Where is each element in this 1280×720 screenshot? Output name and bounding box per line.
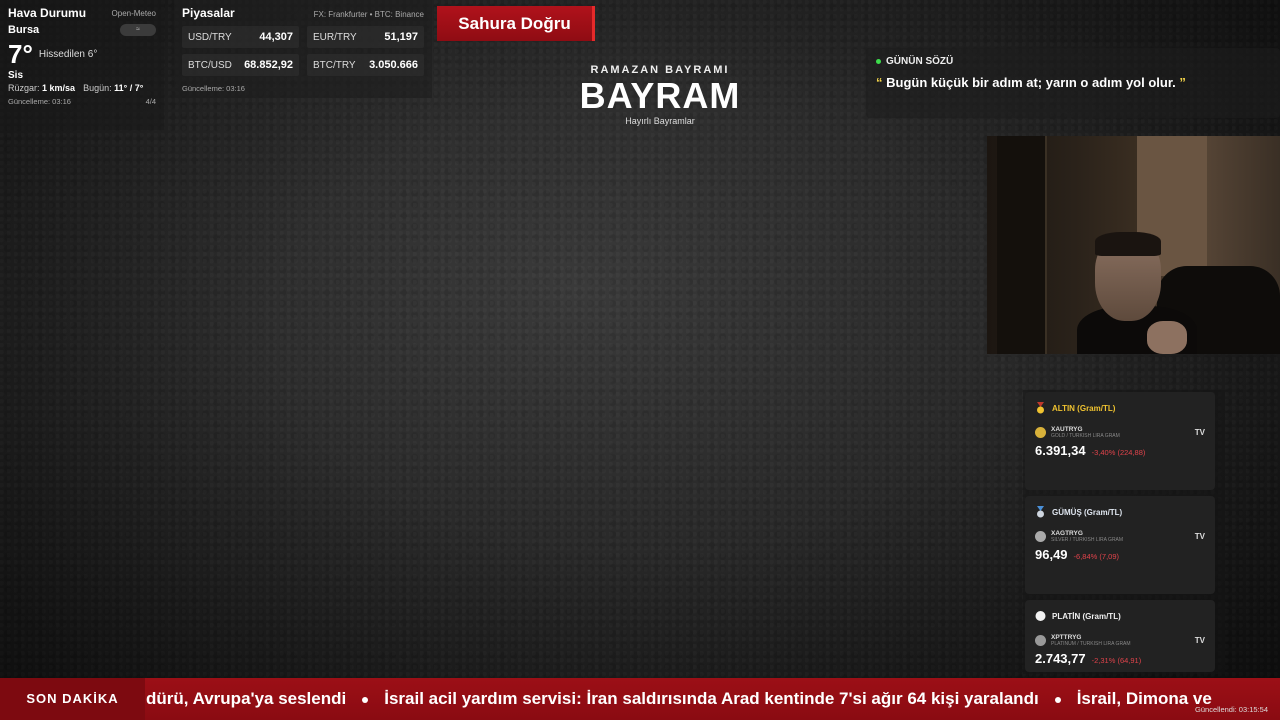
metal-card-silver: GÜMÜŞ (Gram/TL) XAGTRYG SILVER / TURKISH… (1025, 496, 1215, 594)
weather-title: Hava Durumu (8, 6, 87, 20)
ticker-item: İsrail acil yardım servisi: İran saldırı… (384, 689, 1039, 708)
metal-symbol: XPTTRYG (1051, 634, 1082, 641)
weather-page-indicator: 4/4 (145, 97, 156, 106)
market-usd-try: USD/TRY 44,307 (182, 26, 299, 48)
ticker-item: İsrail, Dimona ve (1076, 689, 1212, 708)
weather-city: Bursa (8, 24, 40, 36)
metal-change: -3,40% (224,88) (1091, 448, 1146, 457)
close-quote-icon: ” (1179, 75, 1186, 90)
holiday-tagline: Hayırlı Bayramlar (625, 116, 695, 126)
quote-of-the-day: GÜNÜN SÖZÜ “ Bugün küçük bir adım at; ya… (866, 48, 1280, 118)
weather-updated: Güncelleme: 03:16 (8, 97, 71, 106)
breaking-news-label: SON DAKİKA (0, 678, 145, 720)
metal-price: 96,49 (1035, 547, 1068, 562)
markets-panel: Piyasalar FX: Frankfurter • BTC: Binance… (174, 0, 432, 98)
tradingview-logo-icon[interactable]: TV (1195, 532, 1205, 541)
weather-source: Open-Meteo (111, 8, 156, 18)
metal-card-platinum: PLATİN (Gram/TL) XPTTRYG PLATINUM / TURK… (1025, 600, 1215, 672)
webcam-person-hair (1095, 232, 1161, 256)
metal-title: GÜMÜŞ (Gram/TL) (1052, 507, 1123, 517)
breaking-news-ticker: SON DAKİKA dürü, Avrupa'ya seslendi İsrai… (0, 678, 1280, 720)
metal-change: -2,31% (64,91) (1091, 656, 1142, 665)
markets-source: FX: Frankfurter • BTC: Binance (313, 10, 424, 19)
ticker-item: dürü, Avrupa'ya seslendi (146, 689, 347, 708)
market-eur-try: EUR/TRY 51,197 (307, 26, 424, 48)
metal-price: 2.743,77 (1035, 651, 1086, 666)
tradingview-logo-icon[interactable]: TV (1195, 428, 1205, 437)
holiday-title: BAYRAM (579, 75, 741, 116)
platinum-coin-icon (1035, 635, 1046, 646)
markets-updated: Güncelleme: 03:16 (182, 84, 245, 93)
live-dot-icon (876, 59, 881, 64)
metals-widget: ALTIN (Gram/TL) XAUTRYG GOLD / TURKISH L… (1023, 390, 1225, 674)
quote-heading: GÜNÜN SÖZÜ (886, 56, 954, 67)
webcam-feed (987, 136, 1280, 354)
market-btc-usd: BTC/USD 68.852,92 (182, 54, 299, 76)
platinum-circle-icon (1035, 611, 1046, 621)
weather-feels-like: Hissedilen 6° (38, 48, 98, 60)
metal-description: PLATINUM / TURKISH LIRA GRAM (1051, 641, 1131, 647)
metal-symbol: XAGTRYG (1051, 530, 1083, 537)
bullet-separator-icon (1054, 696, 1061, 703)
ticker-text: dürü, Avrupa'ya seslendi İsrail acil yard… (146, 678, 1212, 720)
metal-title: ALTIN (Gram/TL) (1052, 403, 1116, 413)
metal-description: GOLD / TURKISH LIRA GRAM (1051, 433, 1120, 439)
tradingview-logo-icon[interactable]: TV (1195, 636, 1205, 645)
metal-change: -6,84% (7,09) (1073, 552, 1119, 561)
weather-condition: Sis (8, 70, 24, 81)
weather-panel: Hava Durumu Open-Meteo Bursa ≈ 7° Hissed… (0, 0, 164, 130)
quote-text-line: “ Bugün küçük bir adım at; yarın o adım … (876, 75, 1270, 90)
medal-silver-icon (1037, 506, 1044, 518)
webcam-door (997, 136, 1047, 354)
metal-title: PLATİN (Gram/TL) (1052, 611, 1121, 621)
quote-text: Bugün küçük bir adım at; yarın o adım yo… (886, 75, 1176, 90)
market-btc-try: BTC/TRY 3.050.666 (307, 54, 424, 76)
ticker-updated: Güncellendi: 03:15:54 (1195, 705, 1268, 714)
open-quote-icon: “ (876, 75, 883, 90)
metal-symbol: XAUTRYG (1051, 426, 1083, 433)
weather-icon: ≈ (120, 24, 156, 36)
silver-coin-icon (1035, 531, 1046, 542)
weather-today: Bugün: 11° / 7° (83, 83, 144, 93)
gold-coin-icon (1035, 427, 1046, 438)
weather-temperature: 7° (8, 39, 33, 69)
markets-title: Piyasalar (182, 6, 235, 20)
medal-gold-icon (1037, 402, 1044, 414)
webcam-person-hand (1147, 321, 1187, 354)
holiday-title-block: RAMAZAN BAYRAMI BAYRAM Hayırlı Bayramlar (560, 64, 760, 126)
metal-card-gold: ALTIN (Gram/TL) XAUTRYG GOLD / TURKISH L… (1025, 392, 1215, 490)
metal-price: 6.391,34 (1035, 443, 1086, 458)
bullet-separator-icon (362, 696, 369, 703)
metal-description: SILVER / TURKISH LIRA GRAM (1051, 537, 1124, 543)
sahur-countdown-banner: Sahura Doğru (437, 6, 595, 41)
weather-wind: Rüzgar: 1 km/sa (8, 83, 76, 93)
